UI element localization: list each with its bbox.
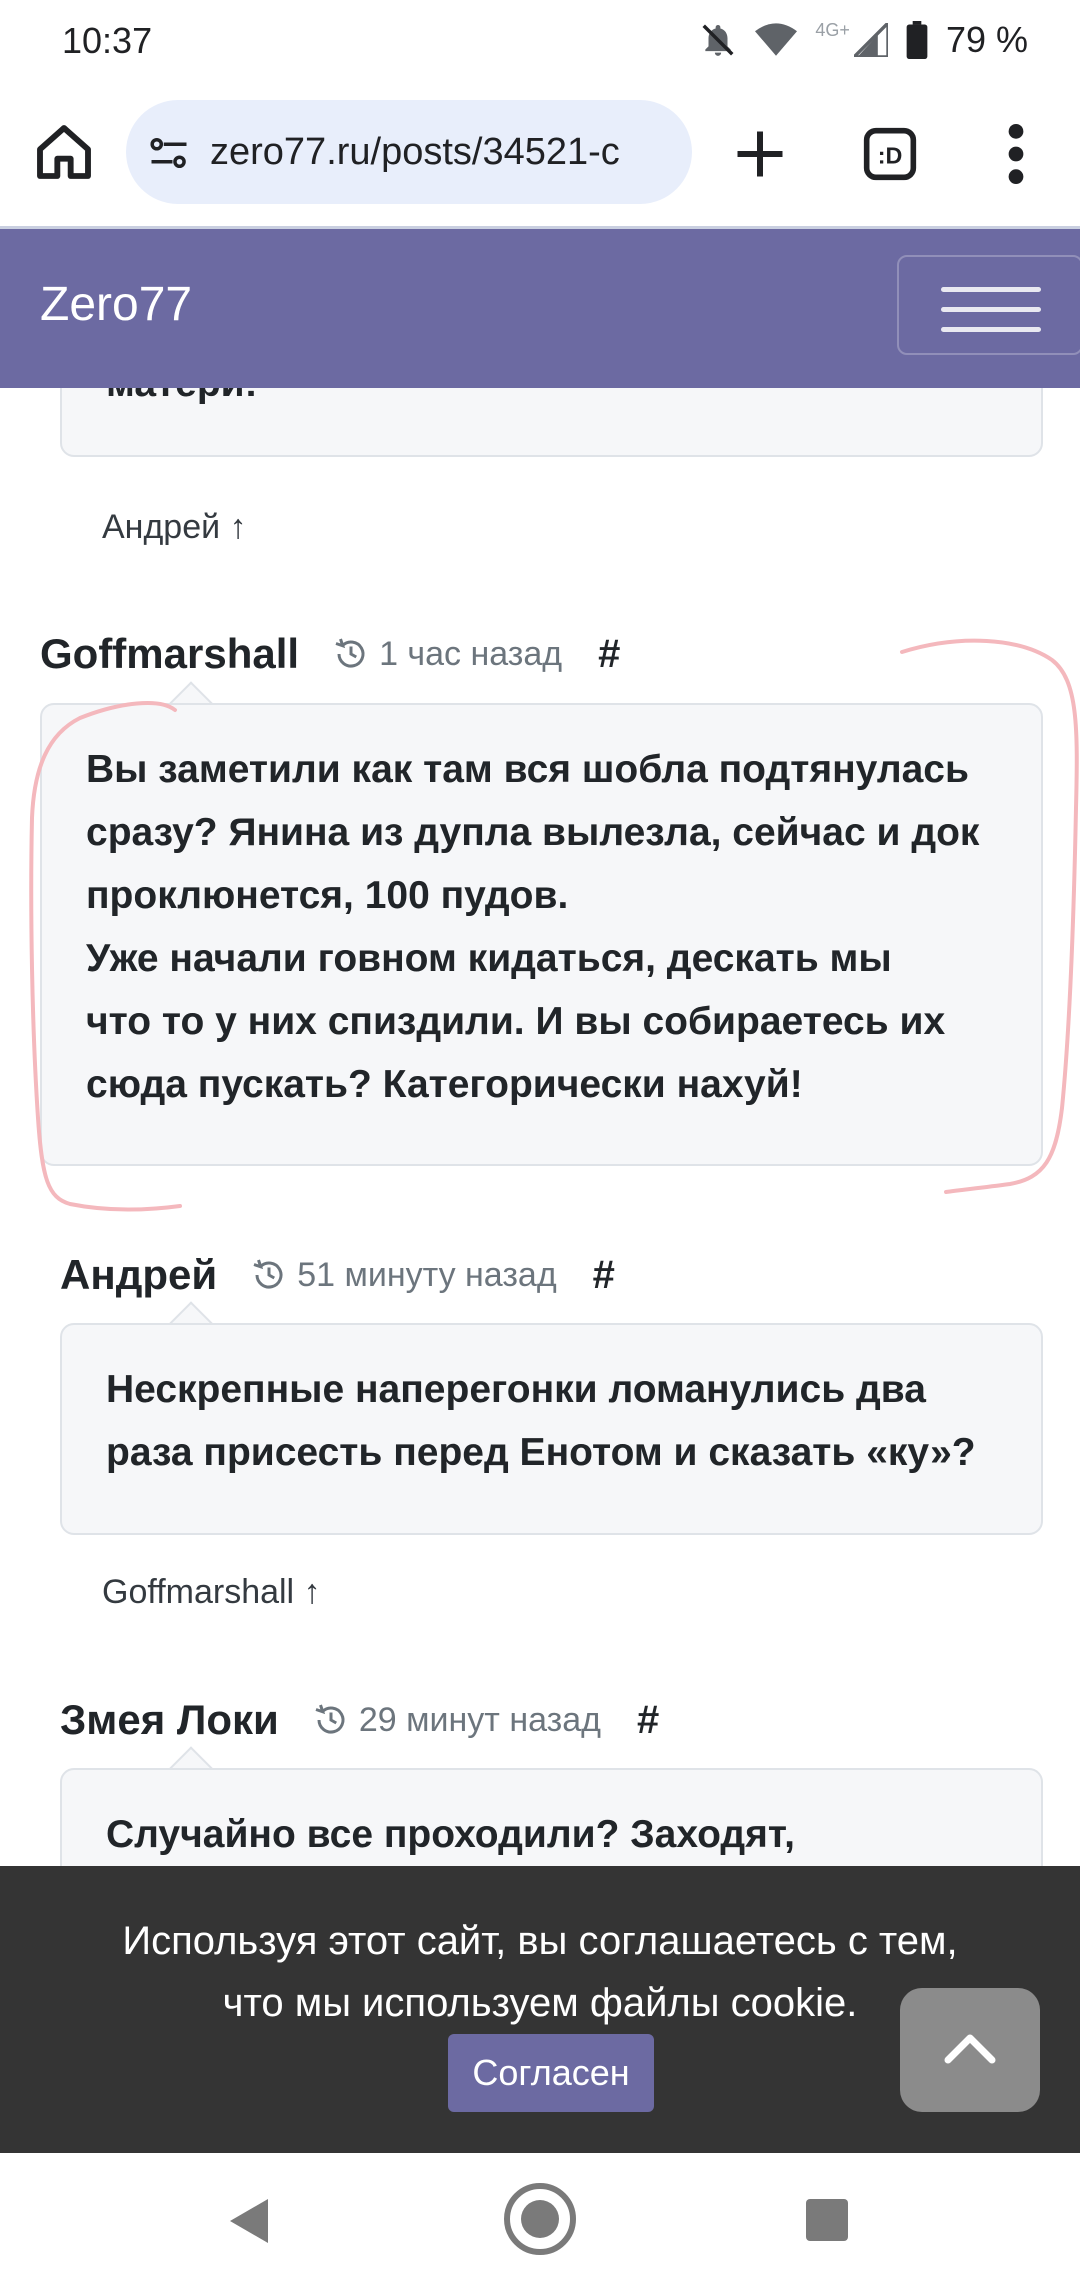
comment-header: Змея Локи 29 минут назад # <box>60 1690 659 1750</box>
browser-toolbar: zero77.ru/posts/34521-c :D <box>0 82 1080 229</box>
site-navbar: Zero77 <box>0 229 1080 388</box>
comment-line: Нескрепные наперегонки ломанулись два <box>106 1368 926 1411</box>
comment-permalink[interactable]: # <box>598 632 620 677</box>
site-brand[interactable]: Zero77 <box>40 277 192 332</box>
comment-body: Случайно все проходили? Заходят, <box>60 1768 1043 1866</box>
comment-author[interactable]: Андрей <box>60 1251 217 1299</box>
bell-off-icon <box>702 24 734 56</box>
svg-text::D: :D <box>878 142 903 168</box>
comment-line: что то у них спиздили. И вы собираетесь … <box>86 1000 946 1043</box>
comment-timestamp: 51 минуту назад <box>251 1255 557 1295</box>
scroll-to-top-button[interactable] <box>900 1988 1040 2112</box>
wifi-icon <box>755 23 798 56</box>
battery-level: 79 % <box>945 19 1028 60</box>
comment-body: Нескрепные наперегонки ломанулись два ра… <box>60 1323 1043 1535</box>
battery-icon <box>906 21 928 59</box>
reply-to-link[interactable]: Goffmarshall ↑ <box>102 1573 321 1612</box>
cookie-accept-button[interactable]: Согласен <box>448 2034 654 2112</box>
status-icons: 4G+ 79 % <box>699 18 1028 62</box>
network-type: 4G+ <box>815 19 850 40</box>
back-icon[interactable] <box>228 2197 270 2245</box>
new-tab-icon[interactable] <box>730 124 790 184</box>
comment-permalink[interactable]: # <box>637 1698 659 1743</box>
comment-body: Вы заметили как там вся шобла подтянулас… <box>40 703 1043 1166</box>
comment-author[interactable]: Goffmarshall <box>40 630 299 678</box>
comment-line: проклюнется, 100 пудов. <box>86 874 569 917</box>
comment-timestamp: 29 минут назад <box>313 1701 601 1740</box>
history-icon <box>253 1259 283 1289</box>
home-icon[interactable] <box>32 120 96 184</box>
site-settings-icon[interactable] <box>148 132 190 174</box>
comment-text: матери! <box>106 388 1041 415</box>
system-navigation-bar <box>0 2153 1080 2280</box>
url-text[interactable]: zero77.ru/posts/34521-c <box>210 100 680 204</box>
comments-section: матери! Андрей ↑ Goffmarshall 1 час наза… <box>0 388 1080 1866</box>
tab-switcher-icon[interactable]: :D <box>862 126 918 182</box>
comment-time: 29 минут назад <box>358 1700 601 1739</box>
hamburger-icon <box>941 287 1041 292</box>
history-icon <box>335 638 365 668</box>
comment-line: Уже начали говном кидаться, дескать мы <box>86 937 892 980</box>
chevron-up-icon <box>944 2034 996 2064</box>
comment-author[interactable]: Змея Локи <box>60 1696 279 1744</box>
comment-header: Андрей 51 минуту назад # <box>60 1245 615 1305</box>
cookie-message-line: Используя этот сайт, вы соглашаетесь с т… <box>122 1919 958 1963</box>
recents-icon[interactable] <box>806 2199 848 2241</box>
history-icon <box>315 1704 345 1734</box>
comment-body: матери! <box>60 388 1043 457</box>
signal-icon <box>853 23 888 57</box>
comment-line: Вы заметили как там вся шобла подтянулас… <box>86 748 969 791</box>
address-bar[interactable]: zero77.ru/posts/34521-c <box>126 100 692 204</box>
comment-permalink[interactable]: # <box>593 1253 615 1298</box>
navbar-toggle-button[interactable] <box>897 255 1080 355</box>
comment-time: 51 минуту назад <box>297 1255 557 1294</box>
status-time: 10:37 <box>62 20 153 61</box>
comment-line: сразу? Янина из дупла вылезла, сейчас и … <box>86 811 980 854</box>
reply-to-link[interactable]: Андрей ↑ <box>102 508 247 547</box>
status-bar: 10:37 4G+ 79 % <box>0 0 1080 82</box>
home-button-icon[interactable] <box>502 2181 578 2257</box>
comment-header: Goffmarshall 1 час назад # <box>40 624 620 684</box>
comment-line: Случайно все проходили? Заходят, <box>106 1813 795 1856</box>
comment-line: раза присесть перед Енотом и сказать «ку… <box>106 1431 976 1474</box>
comment-timestamp: 1 час назад <box>333 635 562 674</box>
comment-line: сюда пускать? Категорически нахуй! <box>86 1063 803 1106</box>
comment-time: 1 час назад <box>379 634 563 673</box>
more-menu-icon[interactable] <box>1000 120 1032 188</box>
